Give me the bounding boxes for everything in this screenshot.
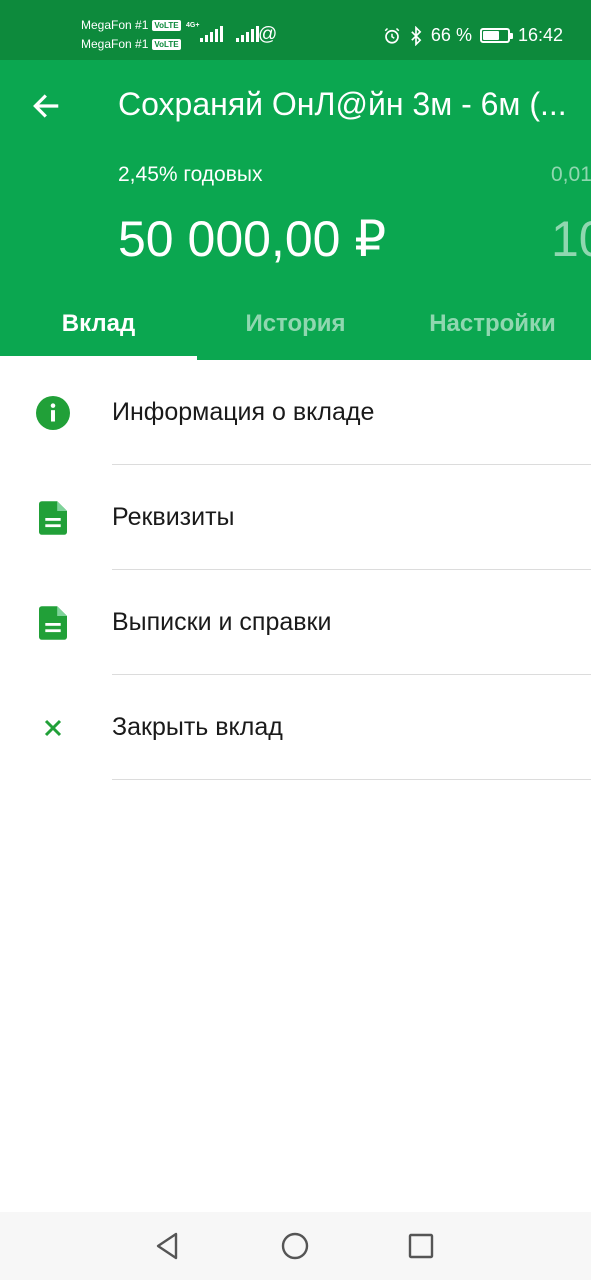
info-icon: [36, 396, 70, 430]
tab-deposit[interactable]: Вклад: [0, 300, 197, 360]
interest-rate-next: 0,01: [551, 163, 591, 186]
alarm-icon: [384, 27, 400, 44]
balance-amount-next[interactable]: 10: [551, 210, 591, 268]
menu-item-label: Информация о вкладе: [112, 398, 375, 426]
system-nav-bar: [0, 1212, 591, 1280]
document-icon: [36, 501, 70, 535]
volte-badge: VoLTE: [152, 39, 181, 50]
tab-settings[interactable]: Настройки: [394, 300, 591, 360]
recents-nav-icon[interactable]: [405, 1230, 437, 1262]
home-nav-icon[interactable]: [279, 1230, 311, 1262]
menu-item-label: Выписки и справки: [112, 608, 332, 636]
interest-rate: 2,45% годовых: [118, 163, 263, 186]
status-bar: MegaFon #1 VoLTE MegaFon #1 VoLTE 4G+ @ 66…: [0, 0, 591, 60]
signal-icon: [200, 26, 223, 42]
menu-item-label: Закрыть вклад: [112, 713, 283, 741]
tab-bar: Вклад История Настройки: [0, 300, 591, 360]
close-icon: [36, 711, 70, 745]
carrier-1: MegaFon #1: [81, 18, 149, 32]
bluetooth-icon: [411, 25, 422, 46]
status-right: 66 % 16:42: [383, 25, 563, 46]
menu-item-deposit-info[interactable]: Информация о вкладе: [0, 360, 591, 465]
page-title: Сохраняй ОнЛ@йн 3м - 6м (...: [118, 86, 567, 122]
battery-percent: 66 %: [430, 25, 472, 45]
menu-item-label: Реквизиты: [112, 503, 235, 531]
arrow-left-icon[interactable]: [30, 90, 62, 122]
signal-icon: [236, 26, 259, 42]
network-type: 4G+: [186, 22, 200, 29]
menu-item-statements[interactable]: Выписки и справки: [0, 570, 591, 675]
carrier-2: MegaFon #1: [81, 37, 149, 51]
back-nav-icon[interactable]: [152, 1230, 184, 1262]
tab-history[interactable]: История: [197, 300, 394, 360]
battery-icon: [479, 28, 513, 43]
clock: 16:42: [517, 25, 563, 45]
document-icon: [36, 606, 70, 640]
menu-item-close-deposit[interactable]: Закрыть вклад: [0, 675, 591, 780]
balance-amount: 50 000,00 ₽: [118, 211, 387, 267]
volte-badge: VoLTE: [152, 20, 181, 31]
menu-item-requisites[interactable]: Реквизиты: [0, 465, 591, 570]
divider: [112, 779, 591, 780]
account-header: Сохраняй ОнЛ@йн 3м - 6м (... 2,45% годов…: [0, 60, 591, 360]
at-icon: @: [258, 24, 278, 45]
menu-list: Информация о вкладе Реквизиты Выписки и …: [0, 360, 591, 780]
carrier-info: MegaFon #1 VoLTE MegaFon #1 VoLTE: [81, 16, 181, 54]
battery-level: [482, 31, 499, 40]
